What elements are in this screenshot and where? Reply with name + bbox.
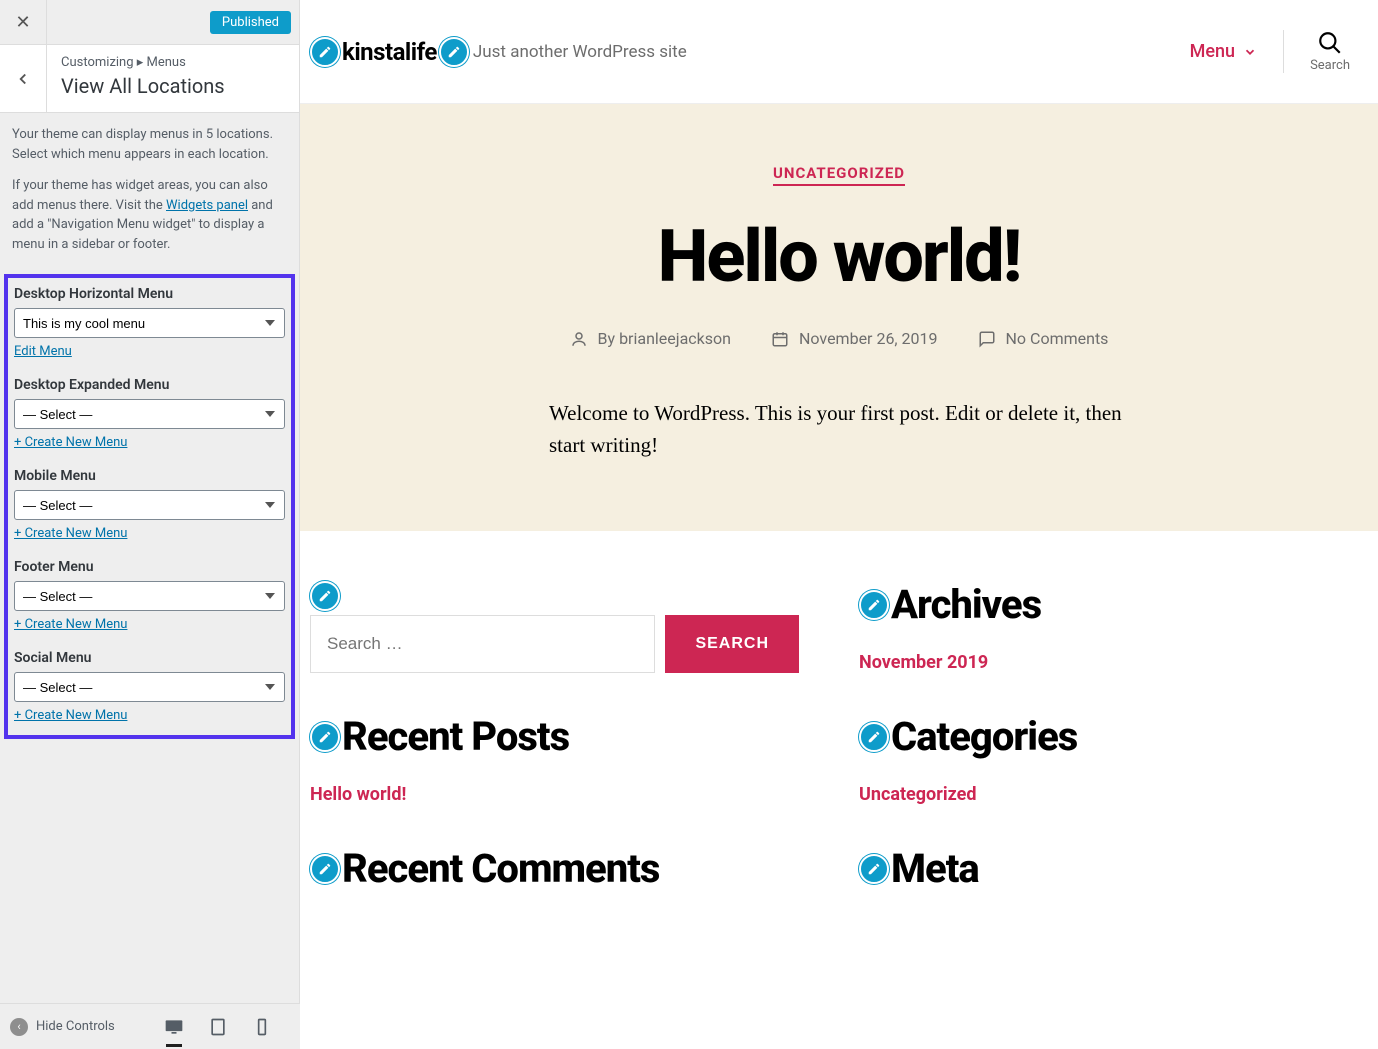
create-menu-link[interactable]: + Create New Menu	[14, 617, 127, 632]
menu-select-social[interactable]: — Select —	[14, 672, 285, 702]
post-title[interactable]: Hello world!	[340, 214, 1338, 299]
menu-select-footer[interactable]: — Select —	[14, 581, 285, 611]
user-icon	[570, 330, 588, 348]
edit-shortcut-icon[interactable]	[859, 590, 889, 620]
post-excerpt: Welcome to WordPress. This is your first…	[549, 398, 1129, 461]
close-customizer-button[interactable]: ✕	[0, 0, 47, 45]
menu-locations-highlight: Desktop Horizontal Menu This is my cool …	[4, 274, 295, 739]
menu-select-desktop-horizontal[interactable]: This is my cool menu	[14, 308, 285, 338]
post-date: November 26, 2019	[771, 329, 938, 348]
post-meta: By brianleejackson November 26, 2019 No …	[340, 329, 1338, 348]
edit-shortcut-icon[interactable]	[859, 722, 889, 752]
menu-select-desktop-expanded[interactable]: — Select —	[14, 399, 285, 429]
edit-shortcut-icon[interactable]	[439, 37, 469, 67]
edit-shortcut-icon[interactable]	[310, 581, 340, 611]
menu-location-mobile: Mobile Menu — Select — + Create New Menu	[14, 468, 285, 541]
panel-description: Your theme can display menus in 5 locati…	[0, 113, 299, 274]
search-widget: SEARCH Recent Posts Hello world! Recent …	[310, 581, 799, 892]
create-menu-link[interactable]: + Create New Menu	[14, 708, 127, 723]
categories-title: Categories	[891, 713, 1077, 760]
post-comments-link[interactable]: No Comments	[978, 329, 1109, 348]
menu-location-desktop-horizontal: Desktop Horizontal Menu This is my cool …	[14, 286, 285, 359]
edit-shortcut-icon[interactable]	[310, 37, 340, 67]
publish-status-button[interactable]: Published	[210, 11, 291, 34]
post-hero: UNCATEGORIZED Hello world! By brianleeja…	[300, 104, 1378, 531]
site-title[interactable]: kinstalife	[342, 38, 437, 66]
widgets-panel-link[interactable]: Widgets panel	[166, 198, 248, 213]
sidebar-footer: ‹ Hide Controls	[0, 1003, 300, 1049]
recent-comments-title: Recent Comments	[342, 845, 659, 892]
menu-location-footer: Footer Menu — Select — + Create New Menu	[14, 559, 285, 632]
site-preview: kinstalife Just another WordPress site M…	[300, 0, 1378, 1049]
archives-title: Archives	[891, 581, 1041, 628]
desktop-preview-icon[interactable]	[164, 1017, 184, 1037]
menu-select-mobile[interactable]: — Select —	[14, 490, 285, 520]
search-icon	[1317, 30, 1343, 56]
create-menu-link[interactable]: + Create New Menu	[14, 526, 127, 541]
hide-controls-button[interactable]: ‹ Hide Controls	[10, 1018, 115, 1036]
site-header: kinstalife Just another WordPress site M…	[300, 0, 1378, 104]
footer-widgets: SEARCH Recent Posts Hello world! Recent …	[300, 531, 1378, 922]
search-input[interactable]	[310, 615, 655, 673]
edit-menu-link[interactable]: Edit Menu	[14, 344, 72, 359]
archive-link[interactable]: November 2019	[859, 652, 988, 673]
calendar-icon	[771, 330, 789, 348]
comment-icon	[978, 330, 996, 348]
recent-post-link[interactable]: Hello world!	[310, 784, 406, 805]
chevron-left-icon: ‹	[10, 1018, 28, 1036]
site-tagline: Just another WordPress site	[473, 42, 687, 62]
chevron-down-icon	[1243, 45, 1257, 59]
edit-shortcut-icon[interactable]	[310, 854, 340, 884]
menu-toggle-button[interactable]: Menu	[1190, 41, 1257, 62]
create-menu-link[interactable]: + Create New Menu	[14, 435, 127, 450]
breadcrumb: Customizing ▸ Menus	[61, 55, 225, 70]
customizer-sidebar: ✕ Published Customizing ▸ Menus View All…	[0, 0, 300, 1003]
category-link[interactable]: UNCATEGORIZED	[773, 164, 905, 186]
sidebar-header: Customizing ▸ Menus View All Locations	[0, 45, 299, 113]
panel-title: View All Locations	[61, 74, 225, 98]
category-link[interactable]: Uncategorized	[859, 784, 976, 805]
post-author: By brianleejackson	[570, 329, 731, 348]
edit-shortcut-icon[interactable]	[859, 854, 889, 884]
search-submit-button[interactable]: SEARCH	[665, 615, 799, 673]
menu-location-desktop-expanded: Desktop Expanded Menu — Select — + Creat…	[14, 377, 285, 450]
search-toggle-button[interactable]: Search	[1283, 30, 1350, 73]
archives-widget: Archives November 2019 Categories Uncate…	[859, 581, 1348, 892]
tablet-preview-icon[interactable]	[208, 1017, 228, 1037]
meta-title: Meta	[891, 845, 979, 892]
recent-posts-title: Recent Posts	[342, 713, 569, 760]
edit-shortcut-icon[interactable]	[310, 722, 340, 752]
mobile-preview-icon[interactable]	[252, 1017, 272, 1037]
menu-location-social: Social Menu — Select — + Create New Menu	[14, 650, 285, 723]
sidebar-top-bar: ✕ Published	[0, 0, 299, 45]
back-button[interactable]	[0, 45, 47, 112]
